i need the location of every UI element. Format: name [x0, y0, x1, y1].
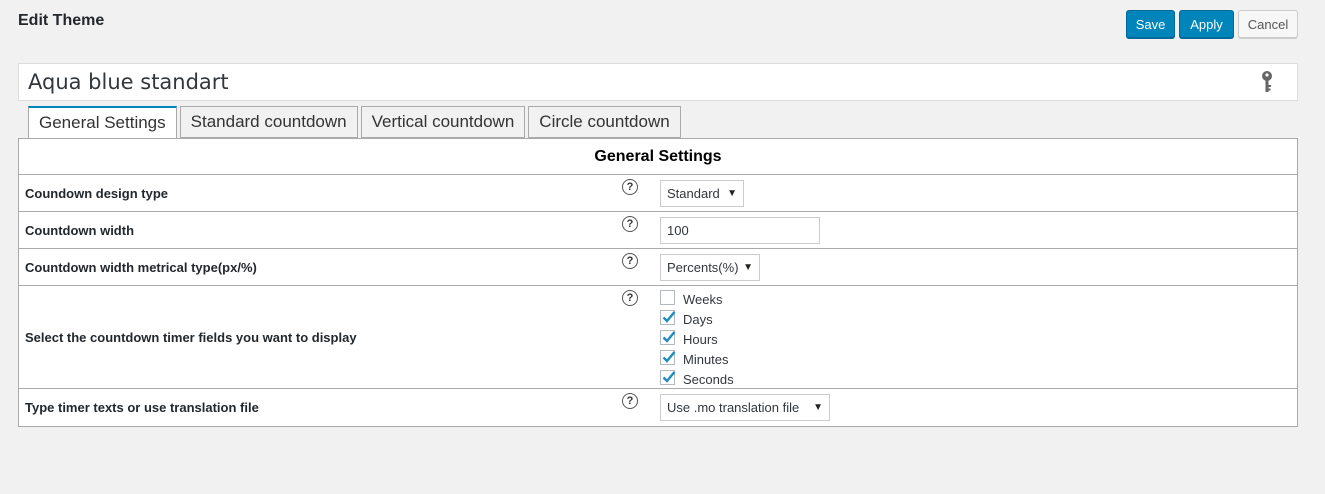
- timer-fields-row: Select the countdown timer fields you wa…: [19, 286, 1297, 389]
- page-title: Edit Theme: [18, 12, 105, 29]
- days-checkbox[interactable]: [660, 309, 676, 325]
- field-option-minutes: Minutes: [660, 349, 734, 369]
- tab-general-settings[interactable]: General Settings: [28, 106, 177, 139]
- caret-down-icon: ▼: [727, 188, 737, 199]
- field-option-weeks: Weeks: [660, 289, 734, 309]
- width-row: Countdown width ? 100: [19, 212, 1297, 249]
- action-buttons: Save Apply Cancel: [1126, 10, 1298, 38]
- help-icon[interactable]: ?: [622, 290, 638, 306]
- checkmark-icon: [662, 310, 676, 323]
- width-type-row: Countdown width metrical type(px/%) ? Pe…: [19, 249, 1297, 286]
- days-label: Days: [683, 311, 713, 327]
- timer-texts-value: Use .mo translation file: [667, 400, 800, 415]
- theme-name-value: Aqua blue standart: [28, 70, 229, 94]
- apply-button[interactable]: Apply: [1179, 10, 1234, 38]
- timer-fields-label: Select the countdown timer fields you wa…: [25, 330, 357, 345]
- width-input[interactable]: 100: [660, 217, 820, 244]
- design-type-value: Standard: [667, 186, 720, 201]
- field-option-days: Days: [660, 309, 734, 329]
- tab-circle-countdown[interactable]: Circle countdown: [528, 106, 681, 138]
- width-type-label: Countdown width metrical type(px/%): [25, 260, 257, 275]
- cancel-button[interactable]: Cancel: [1238, 10, 1298, 38]
- hours-checkbox[interactable]: [660, 329, 676, 345]
- width-label: Countdown width: [25, 223, 135, 238]
- design-type-label: Coundown design type: [25, 186, 168, 201]
- minutes-label: Minutes: [683, 351, 729, 367]
- checkmark-icon: [662, 370, 676, 383]
- settings-tabs: General Settings Standard countdown Vert…: [28, 106, 681, 139]
- weeks-label: Weeks: [683, 291, 723, 307]
- field-option-seconds: Seconds: [660, 369, 734, 389]
- width-type-select[interactable]: Percents(%) ▼: [660, 254, 760, 281]
- save-button[interactable]: Save: [1126, 10, 1175, 38]
- design-type-select[interactable]: Standard ▼: [660, 180, 744, 207]
- tab-vertical-countdown[interactable]: Vertical countdown: [360, 106, 526, 138]
- timer-texts-row: Type timer texts or use translation file…: [19, 389, 1297, 426]
- timer-fields-list: Weeks Days Hours Minutes Seconds: [660, 289, 734, 389]
- timer-texts-label: Type timer texts or use translation file: [25, 400, 259, 415]
- hours-label: Hours: [683, 331, 718, 347]
- field-option-hours: Hours: [660, 329, 734, 349]
- weeks-checkbox[interactable]: [660, 289, 675, 305]
- design-type-row: Coundown design type ? Standard ▼: [19, 175, 1297, 212]
- width-type-value: Percents(%): [667, 260, 739, 275]
- help-icon[interactable]: ?: [622, 179, 638, 195]
- seconds-checkbox[interactable]: [660, 369, 676, 385]
- help-icon[interactable]: ?: [622, 253, 638, 269]
- checkmark-icon: [662, 350, 676, 363]
- seconds-label: Seconds: [683, 371, 734, 387]
- help-icon[interactable]: ?: [622, 393, 638, 409]
- general-settings-panel: General Settings Coundown design type ? …: [18, 138, 1298, 427]
- tab-standard-countdown[interactable]: Standard countdown: [179, 106, 358, 138]
- checkmark-icon: [662, 330, 676, 343]
- help-icon[interactable]: ?: [622, 216, 638, 232]
- caret-down-icon: ▼: [743, 262, 753, 273]
- key-icon: [1262, 71, 1272, 92]
- theme-name-field[interactable]: Aqua blue standart: [18, 63, 1298, 101]
- minutes-checkbox[interactable]: [660, 349, 676, 365]
- caret-down-icon: ▼: [813, 402, 823, 413]
- panel-heading: General Settings: [19, 139, 1297, 175]
- timer-texts-select[interactable]: Use .mo translation file ▼: [660, 394, 830, 421]
